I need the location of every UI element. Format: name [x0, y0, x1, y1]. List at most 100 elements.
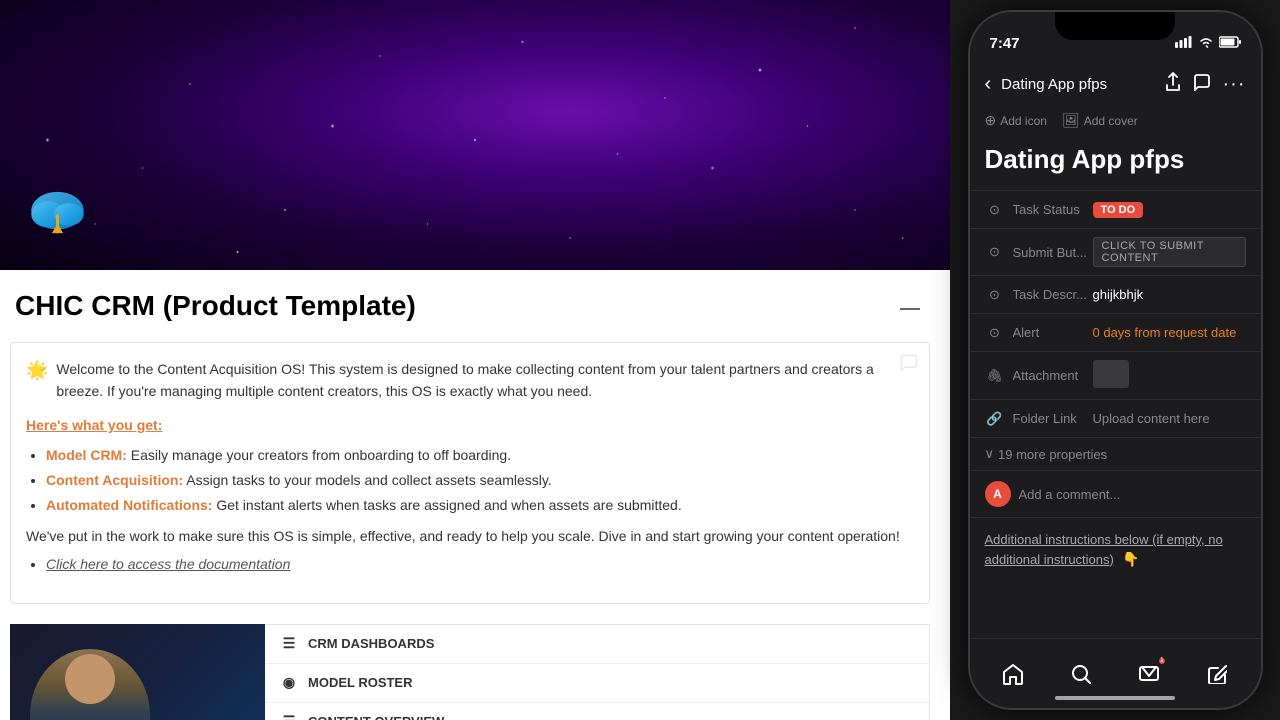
phone-content: ‹ Dating App pfps ···: [970, 62, 1261, 638]
page-title: CHIC CRM (Product Template): [10, 290, 930, 322]
folder-link-value: Upload content here: [1093, 411, 1246, 426]
attachment-prop-icon: 🖇: [985, 366, 1005, 386]
comment-section: A Add a comment...: [970, 470, 1261, 517]
feature-desc-1: Easily manage your creators from onboard…: [131, 447, 511, 463]
status-bar: 7:47: [970, 12, 1261, 62]
folder-link-label: Folder Link: [1013, 411, 1093, 426]
search-button[interactable]: [1059, 652, 1103, 696]
comment-avatar: A: [985, 481, 1011, 507]
attachment-thumbnail: [1093, 360, 1129, 388]
nav-label-content: CONTENT OVERVIEW: [308, 714, 444, 720]
inbox-badge: 1: [1157, 656, 1167, 666]
inbox-button[interactable]: 1: [1127, 652, 1171, 696]
status-icons: [1175, 36, 1241, 51]
instructions-section: Additional instructions below (if empty,…: [970, 517, 1261, 581]
status-prop-icon: ⊙: [985, 200, 1005, 220]
comment-button[interactable]: [1193, 73, 1211, 96]
bottom-text: We've put in the work to make sure this …: [26, 528, 914, 544]
welcome-section: 🌟 Welcome to the Content Acquisition OS!…: [10, 342, 930, 604]
bottom-grid: ☰ CRM DASHBOARDS ◉ MODEL ROSTER ☰ CONTEN…: [10, 624, 930, 720]
chat-icon: [899, 353, 919, 373]
stars-overlay: [0, 0, 950, 280]
right-panel: 7:47: [950, 0, 1280, 720]
cloud-upload-icon: [20, 175, 95, 250]
nav-actions: ···: [1165, 72, 1246, 97]
back-button[interactable]: ‹: [985, 73, 992, 96]
nav-label-crm: CRM DASHBOARDS: [308, 636, 434, 651]
folder-prop-icon: 🔗: [985, 409, 1005, 429]
submit-badge[interactable]: CLICK TO SUBMIT CONTENT: [1093, 237, 1246, 267]
phone-frame: 7:47: [968, 10, 1263, 710]
submit-button-value: CLICK TO SUBMIT CONTENT: [1093, 237, 1246, 267]
welcome-text: Welcome to the Content Acquisition OS! T…: [56, 358, 914, 403]
alert-prop-icon: ⊙: [985, 323, 1005, 343]
here-what-label: Here's what you get:: [26, 417, 914, 433]
phone-nav-title: Dating App pfps: [1001, 76, 1154, 93]
battery-icon: [1219, 36, 1241, 51]
phone-add-bar: ⊕ Add icon 🖼 Add cover: [970, 107, 1261, 139]
divider: [900, 308, 920, 310]
attachment-value: [1093, 360, 1246, 391]
phone-notch: [1055, 12, 1175, 40]
task-desc-value: ghijkbhjk: [1093, 287, 1246, 302]
wifi-icon: [1198, 36, 1214, 51]
feature-item-1: Model CRM: Easily manage your creators f…: [46, 443, 914, 468]
task-status-label: Task Status: [1013, 202, 1093, 217]
feature-item-2: Content Acquisition: Assign tasks to you…: [46, 468, 914, 493]
nav-label-model: MODEL ROSTER: [308, 675, 413, 690]
nav-item-model-roster[interactable]: ◉ MODEL ROSTER: [265, 664, 929, 703]
nav-item-content-overview[interactable]: ☰ CONTENT OVERVIEW: [265, 703, 929, 720]
feature-title-1: Model CRM:: [46, 447, 127, 463]
grid-icon: ☰: [280, 635, 298, 653]
face: [65, 654, 115, 704]
doc-link-item[interactable]: Click here to access the documentation: [46, 552, 914, 577]
property-submit-button[interactable]: ⊙ Submit But... CLICK TO SUBMIT CONTENT: [970, 228, 1261, 275]
task-desc-label: Task Descr...: [1013, 287, 1093, 302]
share-button[interactable]: [1165, 72, 1181, 97]
add-icon-button[interactable]: ⊕ Add icon: [985, 112, 1047, 129]
submit-prop-icon: ⊙: [985, 242, 1005, 262]
feature-title-3: Automated Notifications:: [46, 497, 212, 513]
hero-background: [0, 0, 950, 280]
property-task-description[interactable]: ⊙ Task Descr... ghijkbhjk: [970, 275, 1261, 313]
edit-button[interactable]: [1195, 652, 1239, 696]
nav-item-crm-dashboards[interactable]: ☰ CRM DASHBOARDS: [265, 625, 929, 664]
feature-desc-3: Get instant alerts when tasks are assign…: [216, 497, 681, 513]
more-button[interactable]: ···: [1223, 73, 1246, 96]
property-task-status[interactable]: ⊙ Task Status TO DO: [970, 190, 1261, 228]
doc-link[interactable]: Click here to access the documentation: [46, 556, 290, 572]
home-indicator: [1055, 696, 1175, 700]
property-folder-link[interactable]: 🔗 Folder Link Upload content here: [970, 399, 1261, 437]
feature-desc-2: Assign tasks to your models and collect …: [186, 472, 551, 488]
property-attachment[interactable]: 🖇 Attachment: [970, 351, 1261, 399]
more-props-label: 19 more properties: [998, 447, 1107, 462]
phone-nav-bar: ‹ Dating App pfps ···: [970, 62, 1261, 107]
add-cover-button[interactable]: 🖼 Add cover: [1062, 112, 1138, 129]
signal-icon: [1175, 36, 1193, 51]
submit-button-label: Submit But...: [1013, 245, 1093, 260]
more-properties-toggle[interactable]: ∨ 19 more properties: [970, 437, 1261, 470]
hand-emoji: 👇: [1122, 551, 1139, 567]
instructions-text: Additional instructions below (if empty,…: [985, 532, 1223, 567]
feature-list: Model CRM: Easily manage your creators f…: [26, 443, 914, 519]
attachment-label: Attachment: [1013, 368, 1093, 383]
add-icon-label: Add icon: [1000, 114, 1047, 128]
todo-badge: TO DO: [1093, 202, 1144, 218]
desc-prop-icon: ⊙: [985, 285, 1005, 305]
task-status-value: TO DO: [1093, 201, 1246, 218]
alert-label: Alert: [1013, 325, 1093, 340]
comment-input[interactable]: Add a comment...: [1019, 487, 1246, 502]
list-icon: ☰: [280, 713, 298, 720]
person-silhouette: [30, 649, 150, 720]
add-cover-label: Add cover: [1084, 114, 1138, 128]
left-panel: CHIC CRM (Product Template) 🌟 Welcome to…: [0, 0, 950, 720]
nav-panel: ☰ CRM DASHBOARDS ◉ MODEL ROSTER ☰ CONTEN…: [265, 624, 930, 720]
video-thumbnail[interactable]: [10, 624, 265, 720]
chevron-down-icon: ∨: [985, 446, 995, 462]
avatar-letter: A: [993, 487, 1002, 501]
home-button[interactable]: [991, 652, 1035, 696]
alert-value: 0 days from request date: [1093, 325, 1246, 340]
dot-icon: ◉: [280, 674, 298, 692]
property-alert[interactable]: ⊙ Alert 0 days from request date: [970, 313, 1261, 351]
feature-item-3: Automated Notifications: Get instant ale…: [46, 493, 914, 518]
